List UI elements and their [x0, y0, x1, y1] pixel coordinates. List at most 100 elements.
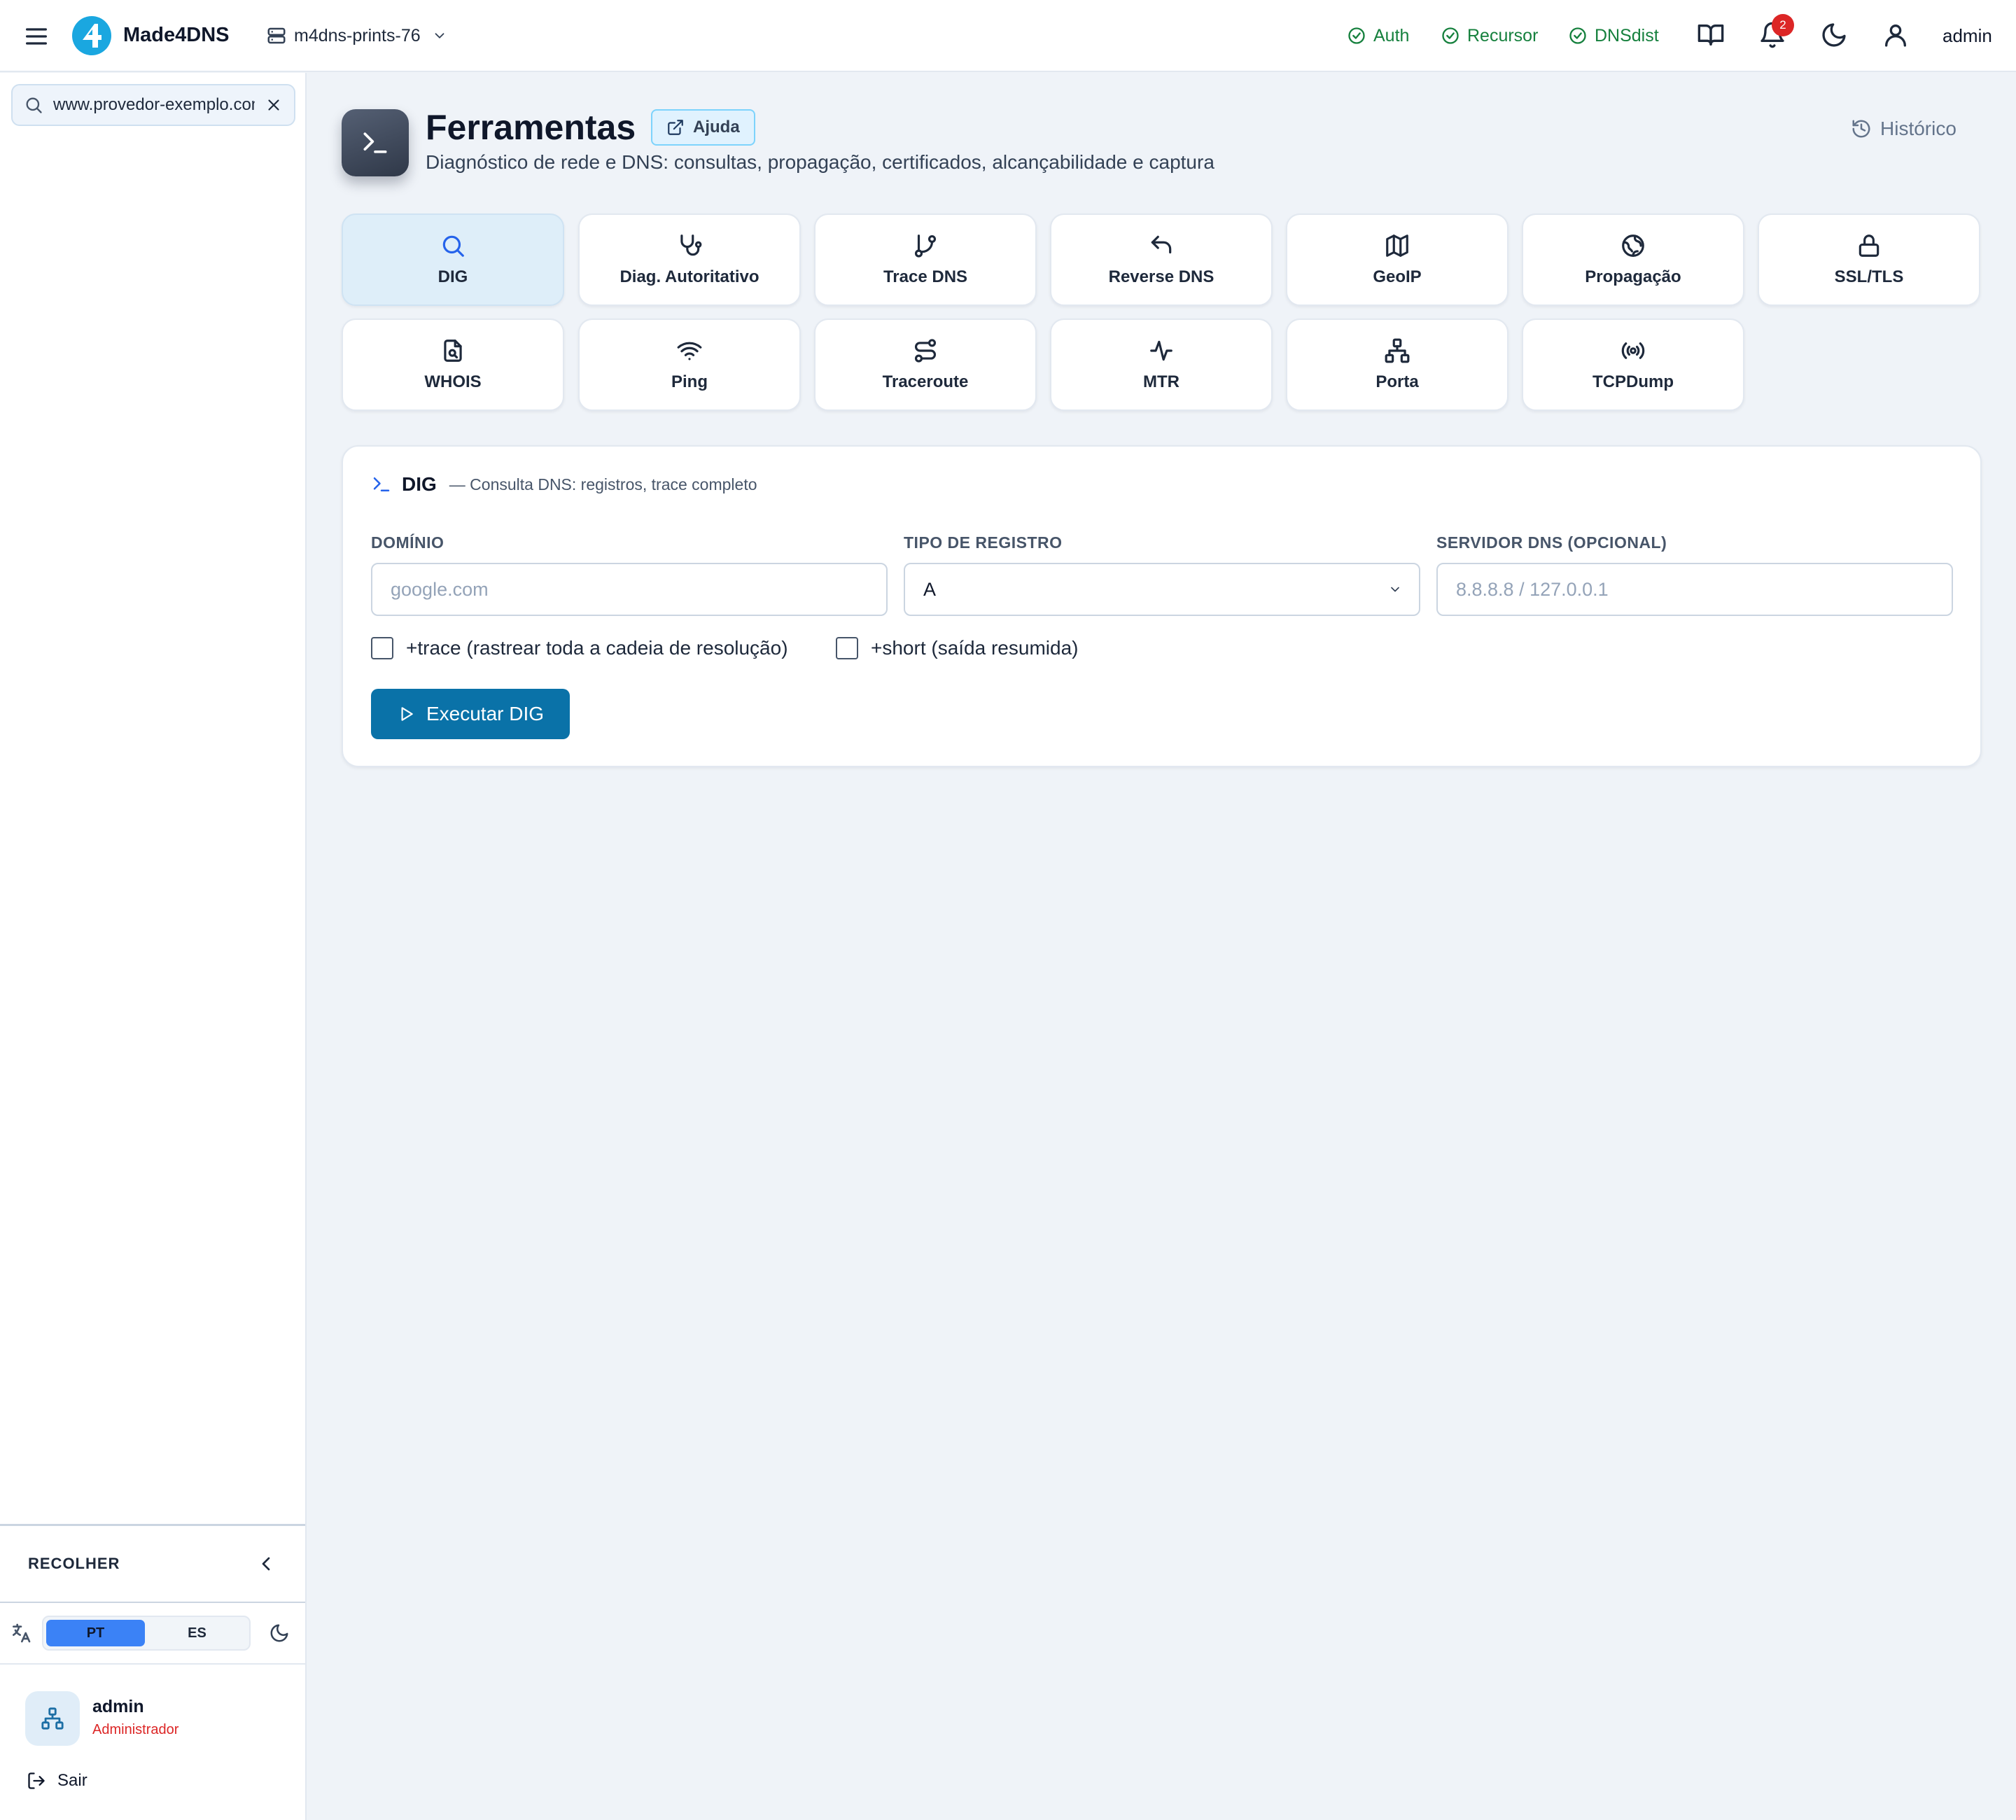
record-type-label: TIPO DE REGISTRO	[904, 533, 1063, 552]
language-pt-button[interactable]: PT	[46, 1620, 145, 1646]
language-es-button[interactable]: ES	[148, 1620, 246, 1646]
server-selector[interactable]: m4dns-prints-76	[266, 21, 447, 50]
tool-ping[interactable]: Ping	[578, 318, 801, 411]
user-name: admin	[92, 1697, 144, 1716]
terminal-icon	[342, 109, 409, 176]
tool-label: GeoIP	[1373, 267, 1422, 286]
tool-label: Traceroute	[882, 372, 969, 391]
stethoscope-icon	[680, 234, 702, 256]
globe-icon	[1622, 234, 1644, 257]
tool-label: Trace DNS	[883, 267, 968, 286]
record-type-value: A	[923, 578, 937, 600]
tool-label: WHOIS	[424, 372, 482, 391]
status-dnsdist[interactable]: DNSdist	[1568, 22, 1659, 49]
trace-checkbox[interactable]	[371, 637, 393, 659]
dns-server-input[interactable]	[1436, 563, 1953, 616]
network-icon	[1385, 338, 1410, 363]
git-branch-icon	[914, 234, 937, 258]
tool-porta[interactable]: Porta	[1286, 318, 1508, 411]
logout-icon	[28, 1772, 45, 1789]
status-label: Recursor	[1467, 25, 1539, 46]
search-icon	[24, 95, 43, 115]
tool-label: Ping	[671, 372, 708, 391]
tool-trace-dns[interactable]: Trace DNS	[814, 214, 1037, 306]
top-bar: Made4DNS m4dns-prints-76 Auth Recursor D…	[0, 0, 2016, 72]
domain-input[interactable]	[371, 563, 888, 616]
short-option[interactable]: +short (saída resumida)	[836, 637, 1078, 659]
status-recursor[interactable]: Recursor	[1441, 22, 1538, 49]
form-title: DIG	[402, 473, 437, 495]
moon-icon[interactable]	[1820, 21, 1848, 49]
sidebar-user-card: admin Administrador	[25, 1691, 291, 1747]
file-search-icon	[444, 340, 462, 362]
user-icon[interactable]	[1882, 21, 1910, 49]
avatar	[25, 1691, 80, 1746]
notification-badge: 2	[1772, 14, 1794, 36]
check-circle-icon	[1441, 26, 1460, 46]
trace-label: +trace (rastrear toda a cadeia de resolu…	[406, 637, 788, 659]
tool-ssl-tls[interactable]: SSL/TLS	[1758, 214, 1980, 306]
network-icon	[41, 1707, 64, 1730]
run-dig-label: Executar DIG	[426, 703, 545, 724]
wifi-icon	[677, 342, 702, 360]
tool-label: Porta	[1376, 372, 1419, 391]
terminal-icon	[373, 477, 390, 491]
check-circle-icon	[1347, 26, 1366, 46]
record-type-select[interactable]: A	[904, 563, 1420, 616]
menu-icon[interactable]	[22, 22, 50, 50]
tool-geoip[interactable]: GeoIP	[1286, 214, 1508, 306]
collapse-sidebar-button[interactable]: RECOLHER	[0, 1526, 305, 1603]
help-label: Ajuda	[693, 118, 740, 136]
chevron-left-icon	[262, 1557, 270, 1571]
history-label: Histórico	[1880, 118, 1956, 139]
tool-diag-autoritativo[interactable]: Diag. Autoritativo	[578, 214, 801, 306]
map-icon	[1386, 234, 1408, 257]
page-subtitle: Diagnóstico de rede e DNS: consultas, pr…	[426, 151, 1214, 173]
tool-mtr[interactable]: MTR	[1050, 318, 1273, 411]
logout-button[interactable]: Sair	[27, 1771, 88, 1791]
domain-label: DOMÍNIO	[371, 533, 444, 552]
collapse-label: RECOLHER	[28, 1555, 120, 1572]
route-icon	[914, 339, 937, 363]
tool-traceroute[interactable]: Traceroute	[814, 318, 1037, 411]
history-button[interactable]: Histórico	[1851, 118, 1956, 140]
sidebar-search-input[interactable]	[53, 95, 255, 115]
tool-whois[interactable]: WHOIS	[342, 318, 564, 411]
tool-label: TCPDump	[1592, 372, 1674, 391]
help-button[interactable]: Ajuda	[651, 109, 755, 146]
chevron-down-icon	[1391, 587, 1399, 592]
tool-label: Reverse DNS	[1108, 267, 1214, 286]
tool-dig[interactable]: DIG	[342, 214, 564, 306]
language-toggle: PT ES	[42, 1616, 251, 1651]
sidebar: RECOLHER PT ES	[0, 73, 307, 1820]
book-open-icon[interactable]	[1697, 21, 1725, 49]
sidebar-footer: RECOLHER PT ES	[0, 1524, 305, 1665]
tool-label: MTR	[1143, 372, 1180, 391]
external-link-icon	[668, 120, 683, 135]
user-menu[interactable]: admin	[1942, 22, 1992, 49]
status-auth[interactable]: Auth	[1347, 22, 1409, 49]
run-dig-button[interactable]: Executar DIG	[371, 689, 570, 739]
tool-label: Propagação	[1585, 267, 1681, 286]
short-checkbox[interactable]	[836, 637, 858, 659]
tool-tcpdump[interactable]: TCPDump	[1522, 318, 1744, 411]
brand-name: Made4DNS	[123, 24, 230, 46]
server-icon	[266, 25, 287, 46]
tool-label: SSL/TLS	[1834, 267, 1904, 286]
clear-search-icon[interactable]	[265, 96, 283, 114]
lock-icon	[1858, 234, 1879, 257]
language-row: PT ES	[0, 1603, 305, 1665]
form-header: DIG — Consulta DNS: registros, trace com…	[371, 473, 757, 496]
tool-label: Diag. Autoritativo	[620, 267, 760, 286]
status-label: DNSdist	[1595, 25, 1659, 46]
tool-label: DIG	[438, 267, 468, 286]
search-icon	[442, 235, 464, 257]
tool-reverse-dns[interactable]: Reverse DNS	[1050, 214, 1273, 306]
check-circle-icon	[1568, 26, 1588, 46]
trace-option[interactable]: +trace (rastrear toda a cadeia de resolu…	[371, 637, 788, 659]
sidebar-search	[11, 84, 295, 126]
tool-propagacao[interactable]: Propagação	[1522, 214, 1744, 306]
translate-icon	[13, 1623, 31, 1643]
dns-server-label: SERVIDOR DNS (OPCIONAL)	[1436, 533, 1667, 552]
moon-icon[interactable]	[269, 1623, 290, 1644]
